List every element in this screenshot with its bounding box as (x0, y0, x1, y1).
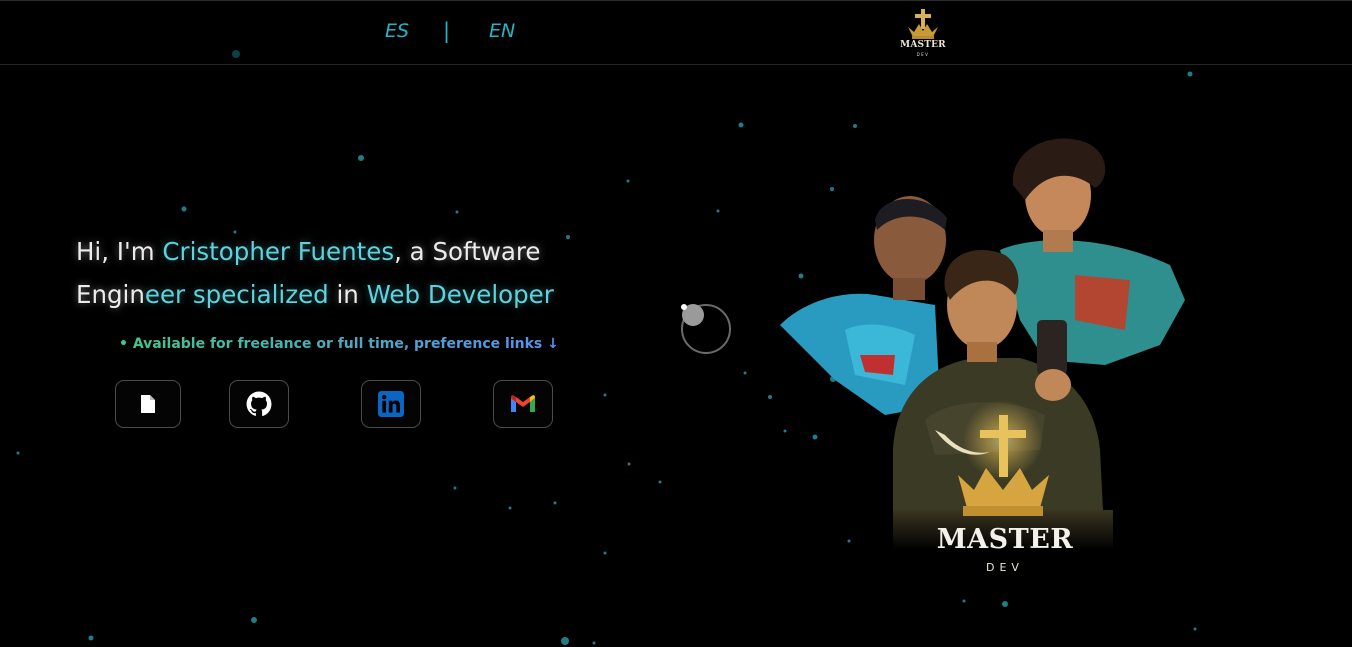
top-navbar: ES | EN MASTER DEV (0, 0, 1352, 65)
gmail-icon (511, 395, 535, 412)
linkedin-icon (378, 391, 404, 417)
figure-right (1000, 138, 1185, 365)
crown-cross-emblem (958, 400, 1049, 516)
crown-cross-icon (908, 9, 938, 39)
hero-illustration (780, 138, 1185, 590)
hero-headline: Hi, I'm Cristopher Fuentes, a Software E… (76, 230, 636, 316)
master-dev-logo[interactable]: MASTER DEV (898, 7, 948, 61)
language-es-link[interactable]: ES (385, 20, 409, 42)
github-icon (246, 391, 272, 416)
portfolio-page: ES | EN MASTER DEV Hi, I'm Cristopher Fu… (0, 0, 1352, 647)
artwork-brand-subtitle: DEV (986, 561, 1024, 574)
document-icon (141, 395, 155, 413)
intro-suffix: in (328, 280, 367, 309)
linkedin-button[interactable] (361, 380, 421, 428)
svg-text:• Available for freelance or f: • Available for freelance or full time, … (119, 336, 559, 352)
github-button[interactable] (229, 380, 289, 428)
language-en-link[interactable]: EN (489, 20, 515, 42)
logo-subtitle: DEV (916, 52, 930, 57)
gmail-button[interactable] (493, 380, 553, 428)
cursor-pointer (681, 304, 687, 310)
artwork-brand-wordmark: MASTER (936, 524, 1074, 555)
logo-wordmark: MASTER (900, 40, 946, 50)
role-highlight: eer specialized (144, 280, 329, 309)
hero-name: Cristopher Fuentes (162, 237, 395, 266)
specialty-highlight: Web Developer (366, 280, 554, 309)
language-separator: | (443, 19, 451, 43)
availability-note: • Available for freelance or full time, … (119, 333, 559, 357)
availability-gradient-text: • Available for freelance or full time, … (119, 336, 559, 352)
cv-document-button[interactable] (115, 380, 181, 428)
intro-prefix: Hi, I'm (76, 237, 163, 266)
